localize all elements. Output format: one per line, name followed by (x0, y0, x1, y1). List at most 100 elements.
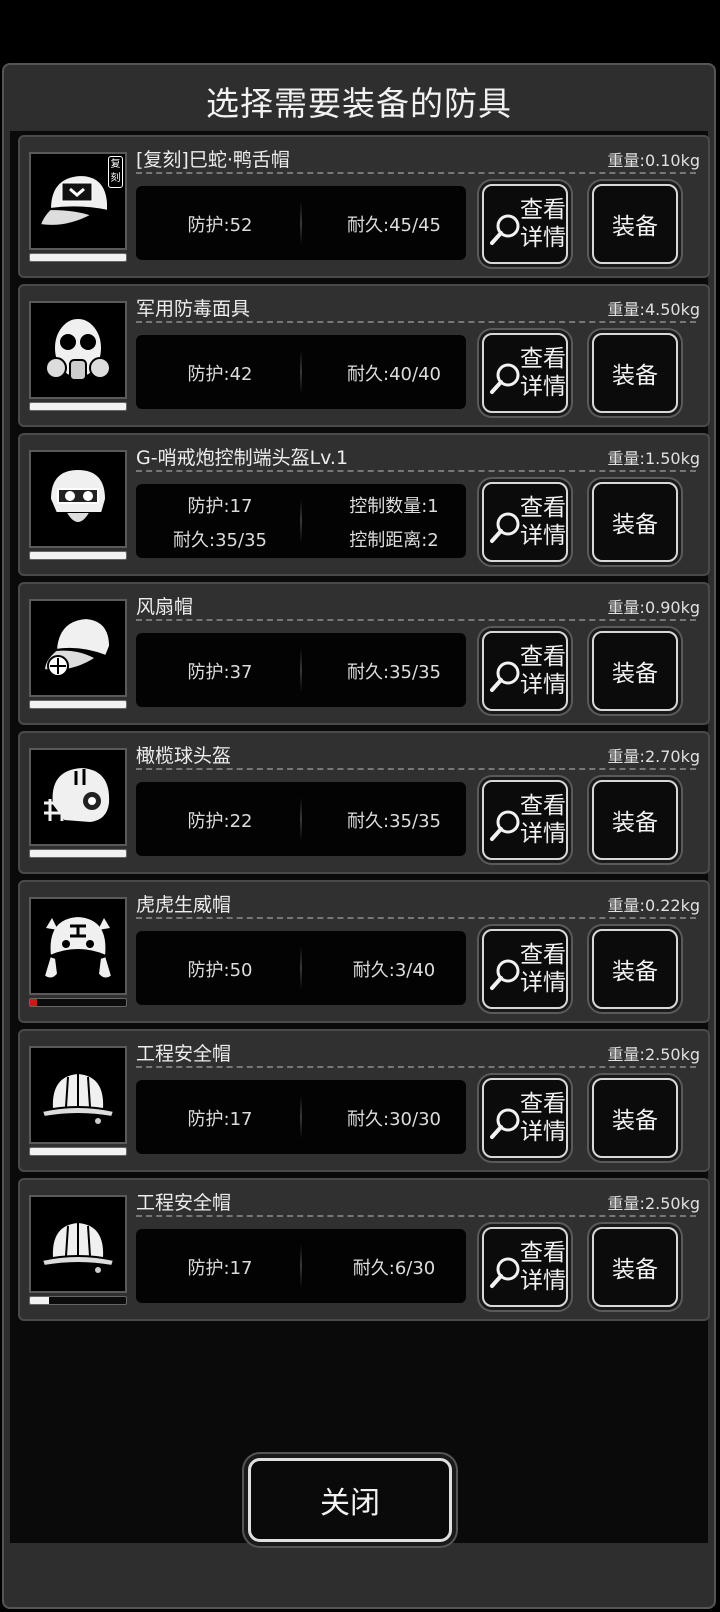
armor-list-item: 虎虎生威帽 重量:0.22kg 防护:50 耐久:3/40 查看 详情 装备 (18, 880, 710, 1023)
view-details-line1: 查看 (520, 1240, 566, 1266)
magnifier-icon (490, 363, 520, 394)
armor-weight: 重量:4.50kg (607, 300, 700, 319)
view-details-button[interactable]: 查看 详情 (482, 482, 568, 562)
dashed-divider (136, 321, 696, 323)
armor-name: 风扇帽 (136, 596, 194, 618)
equip-button[interactable]: 装备 (592, 333, 678, 413)
view-details-line1: 查看 (520, 1091, 566, 1117)
equip-button[interactable]: 装备 (592, 1227, 678, 1307)
stat-value: 耐久:35/35 (173, 530, 267, 551)
view-details-line2: 详情 (520, 970, 566, 996)
equip-button[interactable]: 装备 (592, 184, 678, 264)
stat-value: 耐久:30/30 (347, 1109, 441, 1130)
dialog-title: 选择需要装备的防具 (206, 84, 512, 123)
durability-bar (29, 1147, 127, 1156)
stat-value: 耐久:6/30 (352, 1258, 436, 1279)
view-details-button[interactable]: 查看 详情 (482, 1078, 568, 1158)
stats-divider (300, 796, 302, 842)
view-details-line1: 查看 (520, 793, 566, 819)
view-details-button[interactable]: 查看 详情 (482, 929, 568, 1009)
armor-list-item: 复刻 [复刻]巳蛇·鸭舌帽 重量:0.10kg 防护:52 耐久:45/45 查看… (18, 135, 710, 278)
baseball-cap-icon: 复刻 (29, 152, 127, 250)
armor-name: 军用防毒面具 (136, 298, 251, 320)
dashed-divider (136, 619, 696, 621)
stat-value: 控制数量:1 (349, 496, 439, 517)
magnifier-icon (490, 1108, 520, 1139)
armor-name: 橄榄球头盔 (136, 745, 232, 767)
hard-hat-icon (29, 1195, 127, 1293)
stat-value: 耐久:35/35 (347, 662, 441, 683)
stats-divider (300, 1094, 302, 1140)
hard-hat-icon (29, 1046, 127, 1144)
durability-bar (29, 849, 127, 858)
dashed-divider (136, 768, 696, 770)
stat-value: 耐久:35/35 (347, 811, 441, 832)
view-details-button[interactable]: 查看 详情 (482, 780, 568, 860)
view-details-line2: 详情 (520, 672, 566, 698)
stats-panel: 防护:22 耐久:35/35 (136, 782, 466, 856)
durability-fill (30, 552, 126, 559)
view-details-line1: 查看 (520, 197, 566, 223)
stats-divider (300, 200, 302, 246)
view-details-button[interactable]: 查看 详情 (482, 1227, 568, 1307)
magnifier-icon (490, 214, 520, 245)
stat-value: 防护:17 (187, 1109, 253, 1130)
dashed-divider (136, 172, 696, 174)
armor-select-dialog: 选择需要装备的防具 复刻 [复刻]巳蛇·鸭舌帽 重量:0.10kg 防护:52 耐… (2, 63, 716, 1609)
equip-button[interactable]: 装备 (592, 631, 678, 711)
durability-fill (30, 999, 38, 1006)
view-details-line2: 详情 (520, 374, 566, 400)
armor-name: G-哨戒炮控制端头盔Lv.1 (136, 447, 349, 469)
stats-divider (300, 647, 302, 693)
view-details-line2: 详情 (520, 821, 566, 847)
stat-value: 防护:37 (187, 662, 253, 683)
tiger-hat-icon (29, 897, 127, 995)
equip-button[interactable]: 装备 (592, 1078, 678, 1158)
equip-button[interactable]: 装备 (592, 929, 678, 1009)
stat-value: 防护:22 (187, 811, 253, 832)
magnifier-icon (490, 512, 520, 543)
stat-value: 防护:50 (187, 960, 253, 981)
view-details-line2: 详情 (520, 1119, 566, 1145)
fan-cap-icon (29, 599, 127, 697)
armor-weight: 重量:0.90kg (607, 598, 700, 617)
view-details-button[interactable]: 查看 详情 (482, 631, 568, 711)
view-details-line1: 查看 (520, 346, 566, 372)
view-details-line1: 查看 (520, 495, 566, 521)
durability-fill (30, 403, 126, 410)
view-details-line2: 详情 (520, 1268, 566, 1294)
magnifier-icon (490, 959, 520, 990)
view-details-button[interactable]: 查看 详情 (482, 333, 568, 413)
armor-weight: 重量:2.50kg (607, 1194, 700, 1213)
equip-button[interactable]: 装备 (592, 482, 678, 562)
stats-panel: 防护:50 耐久:3/40 (136, 931, 466, 1005)
close-button[interactable]: 关闭 (248, 1458, 452, 1542)
football-helmet-icon (29, 748, 127, 846)
stats-panel: 防护:42 耐久:40/40 (136, 335, 466, 409)
durability-bar (29, 700, 127, 709)
stat-value: 防护:42 (187, 364, 253, 385)
armor-weight: 重量:0.10kg (607, 151, 700, 170)
stat-value: 耐久:45/45 (347, 215, 441, 236)
stats-panel: 防护:17 耐久:6/30 (136, 1229, 466, 1303)
stats-panel: 防护:37 耐久:35/35 (136, 633, 466, 707)
armor-name: [复刻]巳蛇·鸭舌帽 (136, 149, 290, 171)
durability-bar (29, 551, 127, 560)
dashed-divider (136, 470, 696, 472)
equip-button[interactable]: 装备 (592, 780, 678, 860)
sentry-control-helmet-icon (29, 450, 127, 548)
stats-panel: 防护:17 控制数量:1 耐久:35/35 控制距离:2 (136, 484, 466, 558)
armor-weight: 重量:2.50kg (607, 1045, 700, 1064)
view-details-button[interactable]: 查看 详情 (482, 184, 568, 264)
view-details-line2: 详情 (520, 225, 566, 251)
remake-badge: 复刻 (108, 156, 123, 188)
durability-bar (29, 1296, 127, 1305)
view-details-line2: 详情 (520, 523, 566, 549)
stats-divider (300, 945, 302, 991)
armor-weight: 重量:2.70kg (607, 747, 700, 766)
durability-bar (29, 998, 127, 1007)
magnifier-icon (490, 661, 520, 692)
stats-divider (300, 349, 302, 395)
armor-name: 虎虎生威帽 (136, 894, 232, 916)
armor-list[interactable]: 复刻 [复刻]巳蛇·鸭舌帽 重量:0.10kg 防护:52 耐久:45/45 查看… (10, 131, 710, 1543)
